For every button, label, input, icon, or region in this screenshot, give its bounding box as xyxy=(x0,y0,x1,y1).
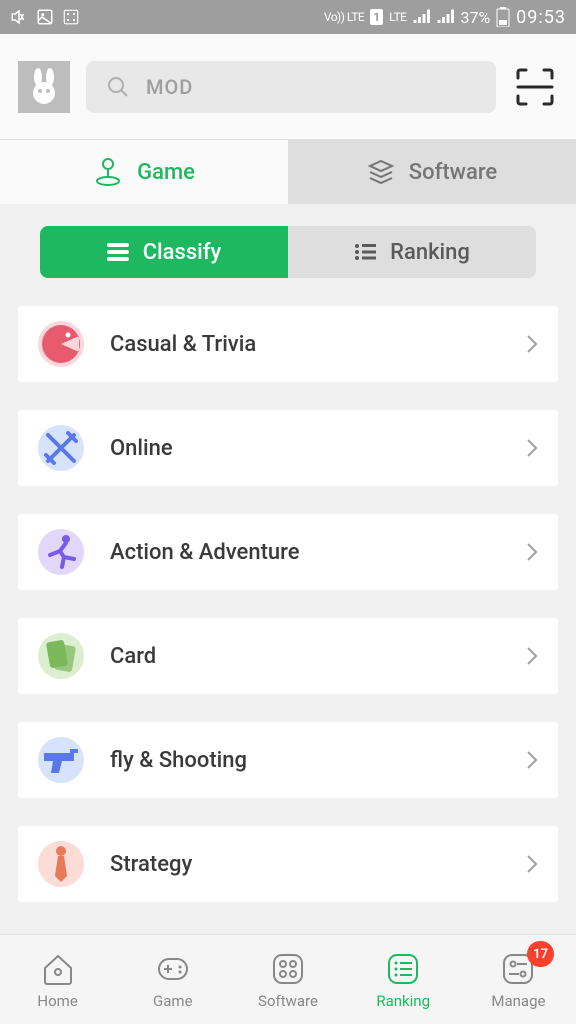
picture-icon xyxy=(36,8,54,26)
nav-software-label: Software xyxy=(258,992,318,1010)
nav-game[interactable]: Game xyxy=(115,935,230,1024)
nav-software[interactable]: Software xyxy=(230,935,345,1024)
app-header: MOD xyxy=(0,34,576,140)
volte-indicator: Vo)) LTE xyxy=(324,10,364,24)
tie-icon xyxy=(38,841,84,887)
chevron-right-icon xyxy=(526,646,538,666)
layers-icon xyxy=(367,158,395,186)
nav-ranking-label: Ranking xyxy=(376,992,430,1010)
tab-ranking[interactable]: Ranking xyxy=(288,226,536,278)
clock: 09:53 xyxy=(516,7,566,28)
chevron-right-icon xyxy=(526,542,538,562)
category-label: Online xyxy=(110,436,500,461)
search-icon xyxy=(106,75,130,99)
cards-icon xyxy=(38,633,84,679)
gamepad-icon xyxy=(154,950,192,988)
chevron-right-icon xyxy=(526,750,538,770)
tab-game[interactable]: Game xyxy=(0,140,288,204)
category-item[interactable]: fly & Shooting xyxy=(18,722,558,798)
chevron-right-icon xyxy=(526,854,538,874)
menu-icon xyxy=(107,243,129,261)
secondary-tabs: Classify Ranking xyxy=(40,226,536,278)
category-item[interactable]: Action & Adventure xyxy=(18,514,558,590)
swords-icon xyxy=(38,425,84,471)
bunny-icon xyxy=(24,67,64,107)
category-item[interactable]: Online xyxy=(18,410,558,486)
manage-badge: 17 xyxy=(527,941,554,967)
tab-classify[interactable]: Classify xyxy=(40,226,288,278)
chevron-right-icon xyxy=(526,334,538,354)
category-label: Card xyxy=(110,644,500,669)
nav-ranking[interactable]: Ranking xyxy=(346,935,461,1024)
scan-icon xyxy=(514,66,556,108)
pacman-icon xyxy=(38,321,84,367)
primary-tabs: Game Software xyxy=(0,140,576,204)
lte-indicator: LTE xyxy=(389,10,406,24)
nav-home[interactable]: Home xyxy=(0,935,115,1024)
chevron-right-icon xyxy=(526,438,538,458)
nav-home-label: Home xyxy=(37,992,77,1010)
tab-ranking-label: Ranking xyxy=(390,240,470,265)
apps-icon xyxy=(269,950,307,988)
joystick-icon xyxy=(93,157,123,187)
category-item[interactable]: Casual & Trivia xyxy=(18,306,558,382)
list-icon xyxy=(354,243,376,261)
nav-game-label: Game xyxy=(153,992,193,1010)
ranking-icon xyxy=(384,950,422,988)
runner-icon xyxy=(38,529,84,575)
battery-percent: 37% xyxy=(460,8,490,27)
battery-icon xyxy=(496,7,510,27)
tab-software[interactable]: Software xyxy=(288,140,576,204)
category-label: fly & Shooting xyxy=(110,748,500,773)
category-item[interactable]: Strategy xyxy=(18,826,558,902)
search-input[interactable]: MOD xyxy=(86,61,496,113)
category-label: Strategy xyxy=(110,852,500,877)
scan-button[interactable] xyxy=(512,64,558,110)
category-list: Casual & Trivia Online Action & Adventure C… xyxy=(0,306,576,902)
gun-icon xyxy=(38,737,84,783)
signal-icon xyxy=(436,8,454,26)
tab-software-label: Software xyxy=(409,160,497,185)
category-item[interactable]: Card xyxy=(18,618,558,694)
tab-game-label: Game xyxy=(137,160,195,185)
bottom-nav: Home Game Software Ranking Manage 17 xyxy=(0,934,576,1024)
status-bar: Vo)) LTE 1 LTE 37% 09:53 xyxy=(0,0,576,34)
category-label: Casual & Trivia xyxy=(110,332,500,357)
nav-manage[interactable]: Manage 17 xyxy=(461,935,576,1024)
tab-classify-label: Classify xyxy=(143,240,222,265)
nav-manage-label: Manage xyxy=(491,992,545,1010)
app-logo[interactable] xyxy=(18,61,70,113)
grid-icon xyxy=(62,8,80,26)
search-placeholder: MOD xyxy=(146,75,193,99)
category-label: Action & Adventure xyxy=(110,540,500,565)
mute-icon xyxy=(10,8,28,26)
signal-icon xyxy=(412,8,430,26)
sim-indicator: 1 xyxy=(370,9,383,25)
home-icon xyxy=(39,950,77,988)
